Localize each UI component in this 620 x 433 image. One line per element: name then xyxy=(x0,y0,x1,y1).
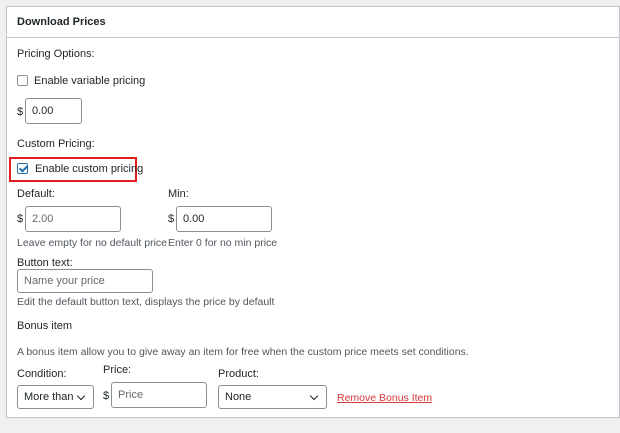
default-price-help: Leave empty for no default price xyxy=(17,237,168,249)
min-currency-symbol: $ xyxy=(168,213,175,225)
product-select[interactable]: None xyxy=(218,385,327,409)
condition-label: Condition: xyxy=(17,368,67,380)
condition-select[interactable]: More than xyxy=(17,385,94,409)
product-label: Product: xyxy=(218,368,259,380)
min-price-help: Enter 0 for no min price xyxy=(168,237,278,249)
min-price-label: Min: xyxy=(168,188,189,200)
button-text-label: Button text: xyxy=(17,257,73,269)
product-select-value: None xyxy=(225,391,252,403)
condition-select-value: More than xyxy=(24,391,74,403)
bonus-price-label: Price: xyxy=(103,364,132,376)
bonus-price-input[interactable]: Price xyxy=(111,382,207,408)
price-currency-symbol: $ xyxy=(17,106,24,118)
button-text-input[interactable]: Name your price xyxy=(17,269,153,293)
custom-pricing-label: Enable custom pricing xyxy=(35,163,144,175)
chevron-down-icon xyxy=(309,391,319,401)
bonus-item-heading: Bonus item xyxy=(17,320,73,332)
bonus-price-currency: $ xyxy=(103,390,110,402)
min-price-input[interactable]: 0.00 xyxy=(176,206,272,232)
panel-header: Download Prices xyxy=(7,7,619,38)
custom-pricing-heading: Custom Pricing: xyxy=(17,138,95,150)
default-price-input[interactable]: 2.00 xyxy=(25,206,121,232)
pricing-options-heading: Pricing Options: xyxy=(17,48,95,60)
panel-title: Download Prices xyxy=(17,16,106,28)
price-input[interactable]: 0.00 xyxy=(25,98,82,124)
default-price-label: Default: xyxy=(17,188,55,200)
bonus-item-description: A bonus item allow you to give away an i… xyxy=(17,346,469,358)
remove-bonus-item-link[interactable]: Remove Bonus Item xyxy=(337,392,432,404)
variable-pricing-checkbox[interactable] xyxy=(17,75,28,86)
default-currency-symbol: $ xyxy=(17,213,24,225)
custom-pricing-checkbox[interactable] xyxy=(17,163,28,174)
button-text-help: Edit the default button text, displays t… xyxy=(17,296,275,308)
variable-pricing-label: Enable variable pricing xyxy=(34,75,146,87)
chevron-down-icon xyxy=(76,391,86,401)
